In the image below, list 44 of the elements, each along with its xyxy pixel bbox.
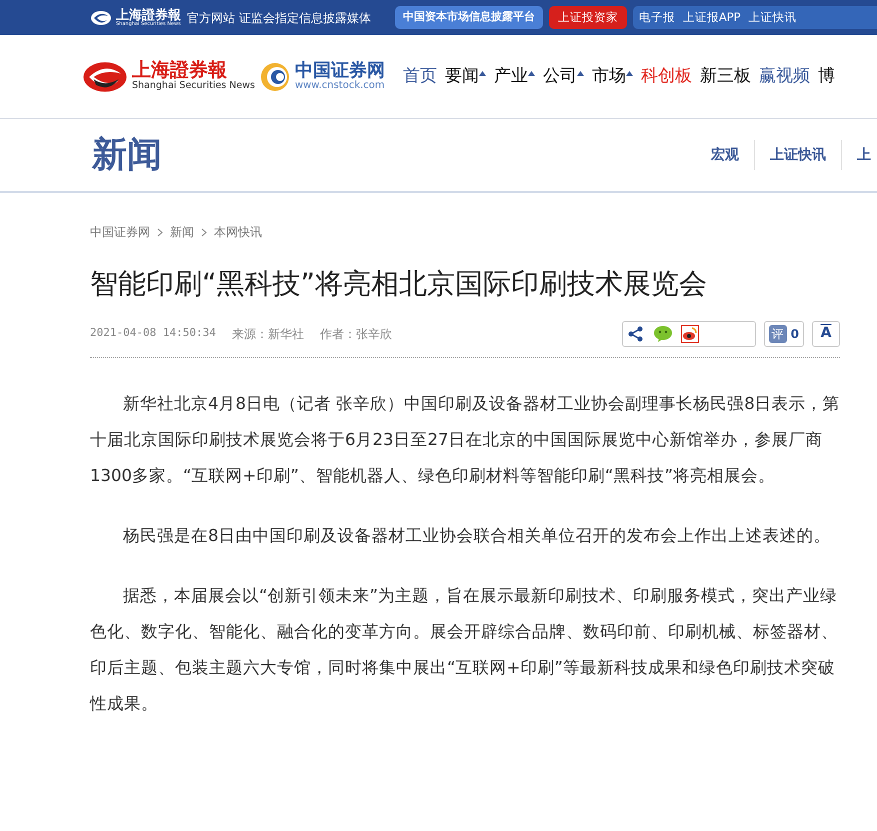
tagline: 官方网站 证监会指定信息披露媒体 (187, 10, 371, 26)
chevron-icon (157, 228, 163, 236)
comment-button[interactable]: 评 0 (764, 320, 804, 347)
font-size-button[interactable]: A (812, 320, 840, 347)
nav-link[interactable]: 公司 (542, 64, 584, 90)
logo-subtext: Shanghai Securities News (132, 80, 255, 92)
nav-link[interactable]: 新三板 (700, 64, 751, 90)
top-link[interactable]: 电子报 (638, 8, 675, 26)
nav-link[interactable]: 首页 (402, 64, 437, 90)
section-tab[interactable]: 上 (842, 140, 877, 170)
logo-text: 上海證券報 (132, 61, 228, 80)
chevron-icon (201, 228, 207, 236)
site-url: www.cnstock.com (294, 80, 385, 92)
share-icon[interactable] (626, 324, 645, 343)
article-paragraph: 杨民强是在8日由中国印刷及设备器材工业协会联合相关单位召开的发布会上作出上述表述的。 (122, 524, 832, 547)
chat-bubble-icon[interactable] (652, 324, 673, 343)
logo-text: 上海證券報 (116, 8, 181, 22)
eye-logo-icon[interactable] (680, 324, 699, 343)
investor-button[interactable]: 上证投资家 (548, 6, 627, 30)
nav-link[interactable]: 博 (818, 64, 835, 90)
top-link[interactable]: 上证报APP (682, 8, 741, 26)
article-paragraph: 新华社北京4月8日电（记者 张辛欣）中国印刷及设备器材工业协会副理事长杨民强8日表示，第十届北京国际印刷技术展览会将于6月23日至27日在北京的中国国际展览中心新馆举办，参展厂商1300多家。“互联网+印刷”、智能机器人、绿色印刷材料等智能印刷“黑科技”将亮相展会。 (90, 392, 840, 487)
nav-link[interactable]: 产业 (494, 64, 535, 90)
section-tab[interactable]: 上证快讯 (755, 140, 842, 170)
article-paragraph: 据悉，本届展会以“创新引领未来”为主题，旨在展示最新印刷技术、印刷服务模式，突出产业绿色化、数字化、智能化、融合化的变革方向。展会开辟综合品牌、数码印前、印刷机械、标签器材、印后主题、包装主题六大专馆，同时将集中展出“互联网+印刷”等最新科技成果和绿色印刷技术突破性成果。 (90, 584, 839, 715)
nav-link[interactable]: 要闻 (444, 64, 486, 90)
breadcrumb-link[interactable]: 新闻 (170, 223, 194, 241)
publish-time: 2021-04-08 14:50:34 (90, 324, 216, 341)
section-tab[interactable]: 宏观 (696, 140, 755, 170)
logo-icon (258, 60, 291, 92)
nav-link[interactable]: 市场 (592, 64, 633, 90)
logo-icon (90, 10, 112, 26)
logo-icon (82, 60, 128, 94)
article-author: 作者：张辛欣 (320, 326, 392, 343)
breadcrumb-link[interactable]: 本网快讯 (214, 223, 262, 241)
nav-link[interactable]: 赢视频 (758, 64, 810, 90)
article-source: 来源：新华社 (232, 326, 304, 343)
article-title: 智能印刷“黑科技”将亮相北京国际印刷技术展览会 (90, 267, 708, 301)
nav-link[interactable]: 科创板 (640, 64, 692, 90)
site-name: 中国证券网 (294, 62, 385, 80)
breadcrumb-link[interactable]: 中国证券网 (90, 223, 150, 241)
section-title: 新闻 (92, 134, 162, 177)
platform-button[interactable]: 中国资本市场信息披露平台 (394, 6, 543, 29)
top-link[interactable]: 上证快讯 (748, 8, 797, 26)
